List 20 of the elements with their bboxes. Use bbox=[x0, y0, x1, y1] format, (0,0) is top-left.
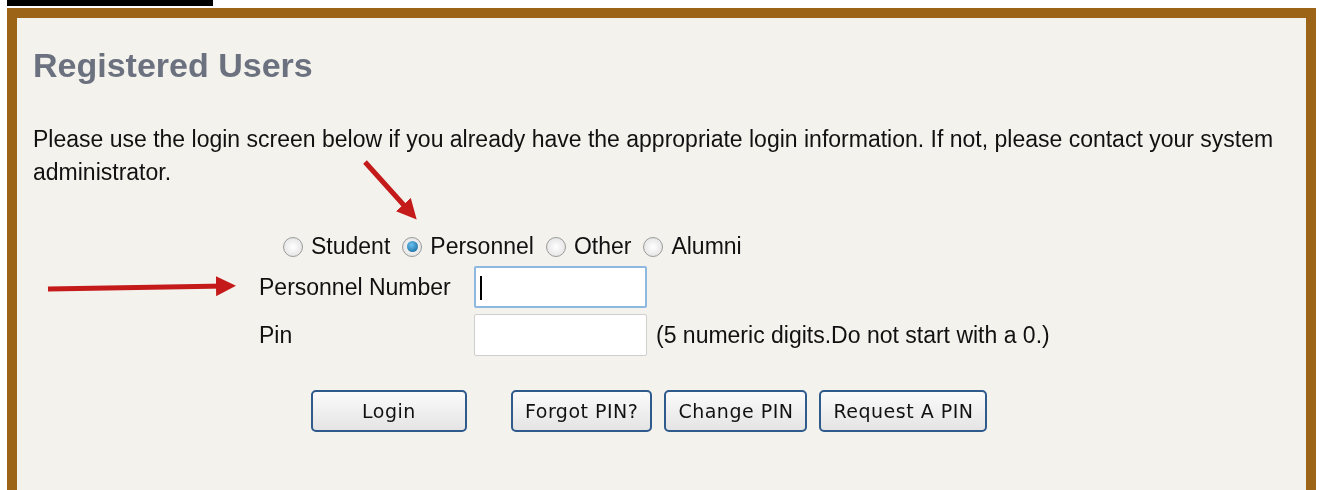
input-field[interactable] bbox=[474, 314, 647, 356]
radio-button[interactable] bbox=[402, 236, 423, 257]
button[interactable]: Forgot PIN? bbox=[511, 390, 653, 432]
login-button[interactable]: Login bbox=[311, 390, 467, 432]
radio-label: Other bbox=[573, 233, 632, 260]
field-label: Pin bbox=[259, 321, 294, 349]
intro-text: Please use the login screen below if you already have the appropriate login information. If not, please contact your system administrator. bbox=[33, 125, 1275, 187]
radio-label: Student bbox=[311, 233, 391, 260]
input-field[interactable] bbox=[474, 266, 647, 308]
button[interactable]: Change PIN bbox=[664, 390, 808, 432]
radio-label: Personnel bbox=[430, 233, 534, 260]
radio-button[interactable] bbox=[643, 236, 664, 257]
field-label: Personnel Number bbox=[259, 273, 452, 301]
button[interactable]: Request A PIN bbox=[819, 390, 988, 432]
section-heading: Registered Users bbox=[32, 45, 314, 85]
radio-button[interactable] bbox=[545, 236, 566, 257]
radio-label: Alumni bbox=[671, 233, 742, 260]
field-hint: (5 numeric digits.Do not start with a 0.) bbox=[656, 321, 1051, 349]
radio-button[interactable] bbox=[283, 236, 303, 257]
arrow-drawing bbox=[363, 160, 417, 220]
